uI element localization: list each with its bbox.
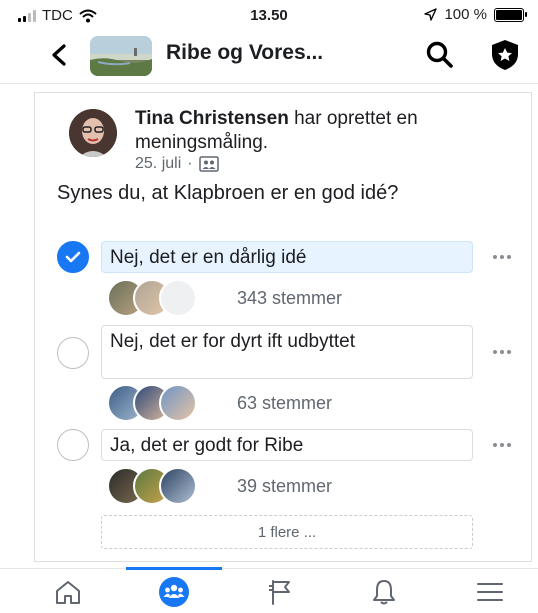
poll-post-card: Tina Christensen har oprettet en menings… [34, 92, 532, 562]
nav-pages[interactable] [260, 575, 300, 609]
vote-count[interactable]: 343 stemmer [237, 288, 342, 309]
voter-avatar [159, 279, 197, 317]
post-meta: 25. juli · [135, 155, 219, 173]
nav-groups[interactable] [154, 575, 194, 609]
pages-flag-icon [269, 580, 290, 605]
poll-question: Synes du, at Klapbroen er en god idé? [57, 182, 399, 204]
groups-icon [159, 577, 189, 607]
voter-avatar [159, 467, 197, 505]
voter-avatars[interactable] [107, 384, 197, 422]
option-more-button[interactable] [485, 247, 519, 267]
author-name[interactable]: Tina Christensen [135, 108, 289, 129]
home-icon [56, 581, 80, 604]
nav-menu[interactable] [470, 575, 510, 609]
voter-avatars[interactable] [107, 279, 197, 317]
option-more-button[interactable] [485, 342, 519, 362]
landscape-icon [90, 36, 152, 76]
vote-count[interactable]: 63 stemmer [237, 393, 332, 414]
option-radio-checked[interactable] [57, 241, 89, 273]
battery-percent: 100 % [444, 6, 487, 23]
option-label-box[interactable]: Nej, det er en dårlig idé [101, 241, 473, 273]
search-icon [426, 41, 453, 68]
nav-notifications[interactable] [364, 575, 404, 609]
option-radio[interactable] [57, 337, 89, 369]
admin-shield-button[interactable] [488, 38, 522, 72]
battery-icon [494, 7, 527, 22]
option-more-button[interactable] [485, 435, 519, 455]
nav-home[interactable] [48, 575, 88, 609]
menu-icon [477, 583, 503, 601]
option-label-box[interactable]: Ja, det er godt for Ribe [101, 429, 473, 461]
status-right: 100 % [424, 6, 527, 23]
status-bar: TDC 13.50 100 % [0, 0, 538, 28]
profile-photo-icon [69, 109, 117, 157]
group-cover-thumbnail[interactable] [90, 36, 152, 76]
vote-count[interactable]: 39 stemmer [237, 476, 332, 497]
checkmark-icon [65, 251, 81, 263]
option-radio[interactable] [57, 429, 89, 461]
shield-star-icon [492, 40, 518, 70]
back-button[interactable] [44, 40, 74, 70]
post-date[interactable]: 25. juli [135, 155, 181, 173]
chevron-left-icon [52, 44, 66, 66]
location-arrow-icon [424, 8, 438, 21]
search-button[interactable] [424, 39, 456, 71]
voter-avatar [159, 384, 197, 422]
group-header: Ribe og Vores... [0, 28, 538, 84]
option-label-box[interactable]: Nej, det er for dyrt ift udbyttet [101, 325, 473, 379]
author-avatar[interactable] [69, 109, 117, 157]
more-options-button[interactable]: 1 flere ... [101, 515, 473, 549]
meta-separator: · [187, 155, 193, 172]
bottom-nav [0, 567, 538, 613]
active-tab-indicator [126, 567, 222, 570]
notifications-bell-icon [373, 580, 395, 605]
group-members-icon [198, 156, 219, 172]
group-title[interactable]: Ribe og Vores... [166, 41, 323, 65]
voter-avatars[interactable] [107, 467, 197, 505]
post-header-text: Tina Christensen har oprettet en menings… [135, 107, 515, 155]
